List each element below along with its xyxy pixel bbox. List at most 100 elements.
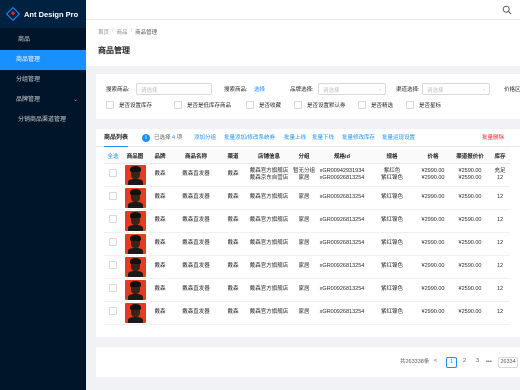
batch-online-button[interactable]: 批量上线 [284,129,306,147]
checkbox-box[interactable] [246,101,254,109]
tab-goods-list[interactable]: 商品列表 [104,129,129,147]
brand-select[interactable]: 请选择 ⌄ [318,83,386,95]
batch-cashback-button[interactable]: 批量运现设置 [382,129,415,147]
checkbox-featured[interactable]: 是否精选 [358,101,393,109]
sidebar-item-goods-management[interactable]: 商品管理 [0,50,86,70]
table-row[interactable]: 戴森 戴森直发器 戴森 戴森官方旗舰店 家居 xGR00926813254 紫红镍色 ¥299… [104,255,510,279]
checkbox-favorite[interactable]: 是否收藏 [246,101,281,109]
table-row[interactable]: 戴森 戴森直发器 戴森 戴森官方旗舰店 家居 xGR00926813254 紫红镍色 ¥299… [104,232,510,256]
checkbox-starred[interactable]: 是否星标 [406,101,441,109]
cell-channel: 戴森 [220,209,246,233]
last-page-button[interactable]: 26334 [498,357,518,368]
page-1-button[interactable]: 1 [446,357,457,368]
cell-shop: 戴森官方旗舰店 [246,232,292,256]
table-row[interactable]: 戴森 戴森直发器 戴森 戴森官方旗舰店 家居 xGR00926813254 紫红镍色 ¥299… [104,278,510,302]
product-thumbnail[interactable] [124,279,146,300]
page-3-button[interactable]: 3 [472,357,483,368]
info-icon: i [142,134,150,142]
cell-stock: 12 [490,209,510,233]
batch-coupon-button[interactable]: 批量添加/修改系统券 [224,129,275,147]
pagination-ellipsis[interactable]: ••• [486,357,492,368]
breadcrumb-home[interactable]: 首页 [98,28,109,36]
cell-price: ¥2990.00 [416,278,450,302]
column-header: 渠道报价价 [450,149,490,164]
search-icon[interactable] [502,5,512,15]
product-thumbnail[interactable] [124,164,146,185]
sidebar-item-group-management[interactable]: 分组管理 [0,70,86,90]
cell-group: 家居 [292,301,316,325]
checkbox-box[interactable] [358,101,366,109]
cell-brand: 戴森 [148,209,172,233]
cell-channel-price: ¥2590.00 [450,186,490,210]
checkbox-has-stock[interactable]: 是否设置库存 [106,101,152,109]
batch-delete-button[interactable]: 批量删除 [482,129,504,147]
cell-group: 家居 [292,278,316,302]
batch-offline-button[interactable]: 批量下线 [312,129,334,147]
row-checkbox[interactable] [109,307,117,315]
add-group-button[interactable]: 添加分组 [194,129,216,147]
cell-price: ¥2990.00 [416,209,450,233]
row-checkbox[interactable] [109,215,117,223]
cell-stock: 充足 12 [490,163,510,187]
checkbox-box[interactable] [294,101,302,109]
cell-spec: 紫红镍色 [368,186,416,210]
checkbox-box[interactable] [174,101,182,109]
table-header-row: 全选 商品图 品牌 商品名称 渠道 店铺信息 分组 规格id 规格 价格 渠道报… [104,149,510,164]
batch-stock-button[interactable]: 批量修改库存 [342,129,375,147]
sidebar-item-label: 品牌管理 [16,97,41,103]
prev-page-button[interactable]: < [430,357,441,368]
cell-channel-price: ¥2590.00 [450,255,490,279]
checkbox-box[interactable] [406,101,414,109]
sidebar-item-distribution-channel[interactable]: 分销商品渠道管理 [0,110,86,130]
search-goods-input[interactable]: 请选择 [136,83,212,95]
selection-summary: 已选择 4 项 [154,129,182,147]
cell-stock: 12 [490,186,510,210]
cell-group: 家居 [292,186,316,210]
row-checkbox[interactable] [109,192,117,200]
sidebar-item-brand-management[interactable]: 品牌管理 ⌄ [0,90,86,110]
sidebar-item-label: 商品管理 [16,57,41,63]
cell-shop: 戴森官方旗舰店 [246,278,292,302]
sidebar-item-goods[interactable]: 商品 [0,30,86,50]
breadcrumb-section[interactable]: 商品 [117,28,128,36]
column-header: 库存 [490,149,510,164]
price-range-label: 价格区间 [504,87,520,93]
table-row[interactable]: 戴森 戴森直发器 戴森 戴森官方旗舰店 戴森京东自营店 暂无分组 家居 xGR009429… [104,163,510,187]
cell-spec-id: xGR00926813254 [316,278,368,302]
cell-group: 家居 [292,232,316,256]
row-checkbox[interactable] [109,169,117,177]
select-goods-link[interactable]: 选择 [254,85,265,93]
cell-price: ¥2990.00 [416,186,450,210]
select-all-header[interactable]: 全选 [104,149,122,164]
cell-stock: 12 [490,278,510,302]
row-select-cell [104,163,122,187]
product-image-cell [122,301,148,325]
cell-stock: 12 [490,255,510,279]
product-thumbnail[interactable] [124,187,146,208]
checkbox-low-stock[interactable]: 是否是低库存商品 [174,101,231,109]
search-goods-label: 搜索商品: [106,87,130,93]
channel-select[interactable]: 请选择 ⌄ [422,83,490,95]
checkbox-default-coupon[interactable]: 是否设置默认券 [294,101,346,109]
table-row[interactable]: 戴森 戴森直发器 戴森 戴森官方旗舰店 家居 xGR00926813254 紫红镍色 ¥299… [104,186,510,210]
cell-stock: 12 [490,232,510,256]
page-2-button[interactable]: 2 [459,357,470,368]
row-checkbox[interactable] [109,261,117,269]
row-checkbox[interactable] [109,284,117,292]
checkbox-label: 是否星标 [419,103,442,109]
channel-select-placeholder: 请选择 [427,88,444,94]
logo[interactable]: Ant Design Pro [0,0,86,28]
table-row[interactable]: 戴森 戴森直发器 戴森 戴森官方旗舰店 家居 xGR00926813254 紫红镍色 ¥299… [104,301,510,325]
product-thumbnail[interactable] [124,233,146,254]
row-checkbox[interactable] [109,238,117,246]
cell-channel: 戴森 [220,186,246,210]
cell-name: 戴森直发器 [172,301,220,325]
table-row[interactable]: 戴森 戴森直发器 戴森 戴森官方旗舰店 家居 xGR00926813254 紫红镍色 ¥299… [104,209,510,233]
product-thumbnail[interactable] [124,256,146,277]
cell-shop: 戴森官方旗舰店 [246,209,292,233]
checkbox-box[interactable] [106,101,114,109]
product-thumbnail[interactable] [124,302,146,323]
product-thumbnail[interactable] [124,210,146,231]
search-goods2-label: 搜索商品: [224,87,248,93]
selection-prefix: 已选择 [154,135,171,141]
